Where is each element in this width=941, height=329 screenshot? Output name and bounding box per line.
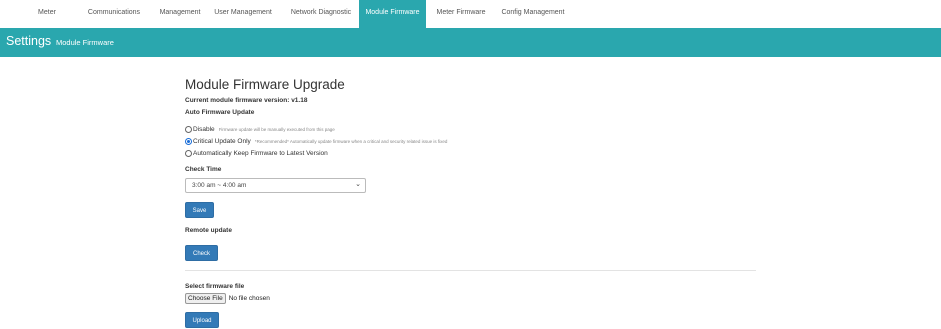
- option-auto-latest-label: Automatically Keep Firmware to Latest Ve…: [193, 150, 328, 157]
- tab-meter-firmware[interactable]: Meter Firmware: [432, 0, 490, 28]
- option-critical-note: *Recommended* Automatically update firmw…: [254, 139, 448, 144]
- section-divider: [185, 270, 756, 271]
- remote-update-label: Remote update: [185, 227, 232, 234]
- choose-file-button[interactable]: Choose File: [185, 292, 226, 304]
- radio-critical-only[interactable]: [185, 138, 192, 145]
- check-button[interactable]: Check: [185, 245, 218, 261]
- radio-disable[interactable]: [185, 126, 192, 133]
- option-auto-latest[interactable]: Automatically Keep Firmware to Latest Ve…: [185, 149, 328, 158]
- select-file-label: Select firmware file: [185, 283, 245, 290]
- banner-title: Settings: [6, 34, 52, 48]
- banner-subtitle: Module Firmware: [56, 38, 114, 47]
- tab-network-diagnostic[interactable]: Network Diagnostic: [288, 0, 354, 28]
- current-version-text: Current module firmware version: v1.18: [185, 97, 308, 104]
- option-critical-only[interactable]: Critical Update Only *Recommended* Autom…: [185, 137, 447, 146]
- save-button[interactable]: Save: [185, 202, 214, 218]
- auto-update-label: Auto Firmware Update: [185, 109, 255, 116]
- option-disable-note: Firmware update will be manually execute…: [218, 127, 335, 132]
- check-time-value: 3:00 am ~ 4:00 am: [192, 182, 247, 189]
- option-critical-label: Critical Update Only: [193, 138, 251, 145]
- tab-meter[interactable]: Meter: [25, 0, 69, 28]
- tab-management[interactable]: Management: [155, 0, 205, 28]
- file-input[interactable]: Choose File No file chosen: [185, 292, 270, 304]
- check-time-select[interactable]: 3:00 am ~ 4:00 am ⌄: [185, 178, 366, 193]
- top-navigation: Meter Communications Management User Man…: [0, 0, 941, 28]
- tab-communications[interactable]: Communications: [80, 0, 148, 28]
- chevron-down-icon: ⌄: [355, 181, 361, 188]
- tab-config-management[interactable]: Config Management: [497, 0, 569, 28]
- settings-banner: Settings Module Firmware: [0, 28, 941, 57]
- tab-module-firmware[interactable]: Module Firmware: [359, 0, 426, 28]
- option-disable[interactable]: Disable Firmware update will be manually…: [185, 125, 335, 134]
- page-title: Module Firmware Upgrade: [185, 77, 345, 92]
- check-time-label: Check Time: [185, 166, 222, 173]
- option-disable-label: Disable: [193, 126, 215, 133]
- tab-user-management[interactable]: User Management: [203, 0, 283, 28]
- file-status-text: No file chosen: [228, 294, 270, 302]
- upload-button[interactable]: Upload: [185, 312, 219, 328]
- radio-auto-latest[interactable]: [185, 150, 192, 157]
